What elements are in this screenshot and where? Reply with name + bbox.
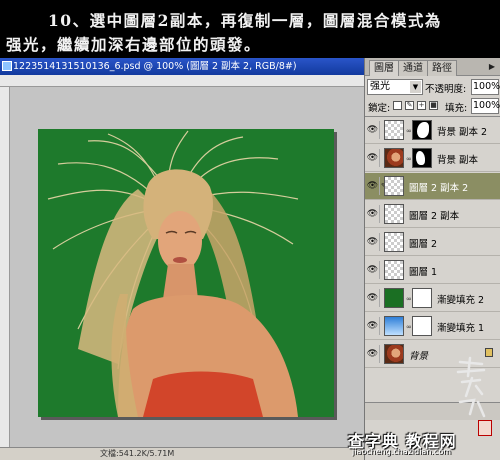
photoshop-doc-icon xyxy=(2,61,12,71)
layer-name: 圖層 2 副本 xyxy=(409,211,460,222)
eye-icon[interactable]: 👁 xyxy=(366,289,380,307)
eye-icon[interactable]: 👁 xyxy=(366,121,380,139)
eye-icon[interactable]: 👁 xyxy=(366,149,380,167)
lock-all-icon[interactable]: ■ xyxy=(429,101,438,110)
canvas-area[interactable] xyxy=(10,87,364,447)
eye-icon[interactable]: 👁 xyxy=(366,233,380,251)
opacity-label: 不透明度: xyxy=(425,84,467,95)
layer-mask-thumbnail[interactable] xyxy=(412,148,432,168)
fill-input[interactable]: 100% xyxy=(471,98,500,114)
eye-icon[interactable]: 👁 xyxy=(366,317,380,335)
layer-name: 圖層 2 副本 2 xyxy=(409,183,469,194)
opacity-input[interactable]: 100% xyxy=(471,79,500,95)
layer-thumbnail xyxy=(384,176,404,196)
watermark-url: jiaocheng.chazidian.com xyxy=(352,447,452,456)
calligraphy-signature xyxy=(456,356,486,418)
layer-row[interactable]: 👁 圖層 2 xyxy=(365,229,500,256)
layer-thumbnail xyxy=(384,288,404,308)
layer-name: 圖層 1 xyxy=(409,267,438,278)
layer-thumbnail xyxy=(384,204,404,224)
blend-row: 强光 ▼ 不透明度: 100% xyxy=(367,78,500,96)
eye-icon[interactable]: 👁 xyxy=(366,345,380,363)
link-icon: ∞ xyxy=(406,155,412,163)
layer-mask-thumbnail[interactable] xyxy=(412,316,432,336)
lock-image-icon[interactable]: ✎ xyxy=(405,101,414,110)
layer-thumbnail xyxy=(384,344,404,364)
panel-tab-bar: 圖層 通道 路徑 ▶ xyxy=(365,58,500,76)
document-titlebar[interactable]: 1223514131510136_6.psd @ 100% (圖層 2 副本 2… xyxy=(0,58,364,75)
blend-mode-select[interactable]: 强光 ▼ xyxy=(367,79,423,95)
layer-mask-thumbnail[interactable] xyxy=(412,120,432,140)
tab-layers[interactable]: 圖層 xyxy=(369,60,399,76)
model-photo xyxy=(38,129,334,417)
eye-icon[interactable]: 👁 xyxy=(366,177,380,195)
layer-row-selected[interactable]: 👁 ✎ 圖層 2 副本 2 xyxy=(365,173,500,200)
layer-name: 漸變填充 2 xyxy=(437,295,485,306)
layer-thumbnail xyxy=(384,260,404,280)
layer-row[interactable]: 👁 ∞ 背景 副本 2 xyxy=(365,117,500,144)
layer-name: 背景 xyxy=(409,351,429,362)
document-status: 文檔:541.2K/5.71M xyxy=(0,447,364,460)
instruction-line-1: 10、選中圖層2副本，再復制一層，圖層混合模式為 xyxy=(48,11,442,30)
instruction-line-2: 强光，繼續加深右邊部位的頭發。 xyxy=(6,35,262,54)
lock-row: 鎖定: ✎ + ■ 填充: 100% xyxy=(367,97,500,115)
layer-name: 漸變填充 1 xyxy=(437,323,485,334)
chevron-down-icon: ▼ xyxy=(410,81,421,93)
document-title: 1223514131510136_6.psd @ 100% (圖層 2 副本 2… xyxy=(13,61,297,72)
panel-menu-arrow-icon[interactable]: ▶ xyxy=(486,61,498,72)
layer-row[interactable]: 👁 ∞ 漸變填充 1 xyxy=(365,313,500,340)
layer-name: 圖層 2 xyxy=(409,239,438,250)
layer-row[interactable]: 👁 ∞ 背景 副本 xyxy=(365,145,500,172)
layer-row[interactable]: 👁 圖層 1 xyxy=(365,257,500,284)
layer-thumbnail xyxy=(384,120,404,140)
lock-transparency-icon[interactable] xyxy=(393,101,402,110)
horizontal-ruler xyxy=(0,75,364,87)
layer-name: 背景 副本 xyxy=(437,155,479,166)
instruction-banner: 10、選中圖層2副本，再復制一層，圖層混合模式為 强光，繼續加深右邊部位的頭發。 xyxy=(0,0,500,58)
link-icon: ∞ xyxy=(406,127,412,135)
layer-thumbnail xyxy=(384,148,404,168)
link-icon: ∞ xyxy=(406,295,412,303)
document-window: 1223514131510136_6.psd @ 100% (圖層 2 副本 2… xyxy=(0,58,364,460)
eye-icon[interactable]: 👁 xyxy=(366,205,380,223)
lock-label: 鎖定: xyxy=(368,103,391,114)
layer-row[interactable]: 👁 ∞ 漸變填充 2 xyxy=(365,285,500,312)
lock-position-icon[interactable]: + xyxy=(417,101,426,110)
blend-mode-value: 强光 xyxy=(370,81,390,92)
tab-paths[interactable]: 路徑 xyxy=(427,60,457,76)
layer-thumbnail xyxy=(384,232,404,252)
canvas-image[interactable] xyxy=(38,129,334,417)
tab-channels[interactable]: 通道 xyxy=(398,60,428,76)
layer-thumbnail xyxy=(384,316,404,336)
layer-row[interactable]: 👁 圖層 2 副本 xyxy=(365,201,500,228)
fill-label: 填充: xyxy=(445,103,468,114)
layer-mask-thumbnail[interactable] xyxy=(412,288,432,308)
eye-icon[interactable]: 👁 xyxy=(366,261,380,279)
link-icon: ∞ xyxy=(406,323,412,331)
layer-name: 背景 副本 2 xyxy=(437,127,488,138)
red-seal-stamp xyxy=(478,420,492,436)
vertical-ruler xyxy=(0,87,10,460)
